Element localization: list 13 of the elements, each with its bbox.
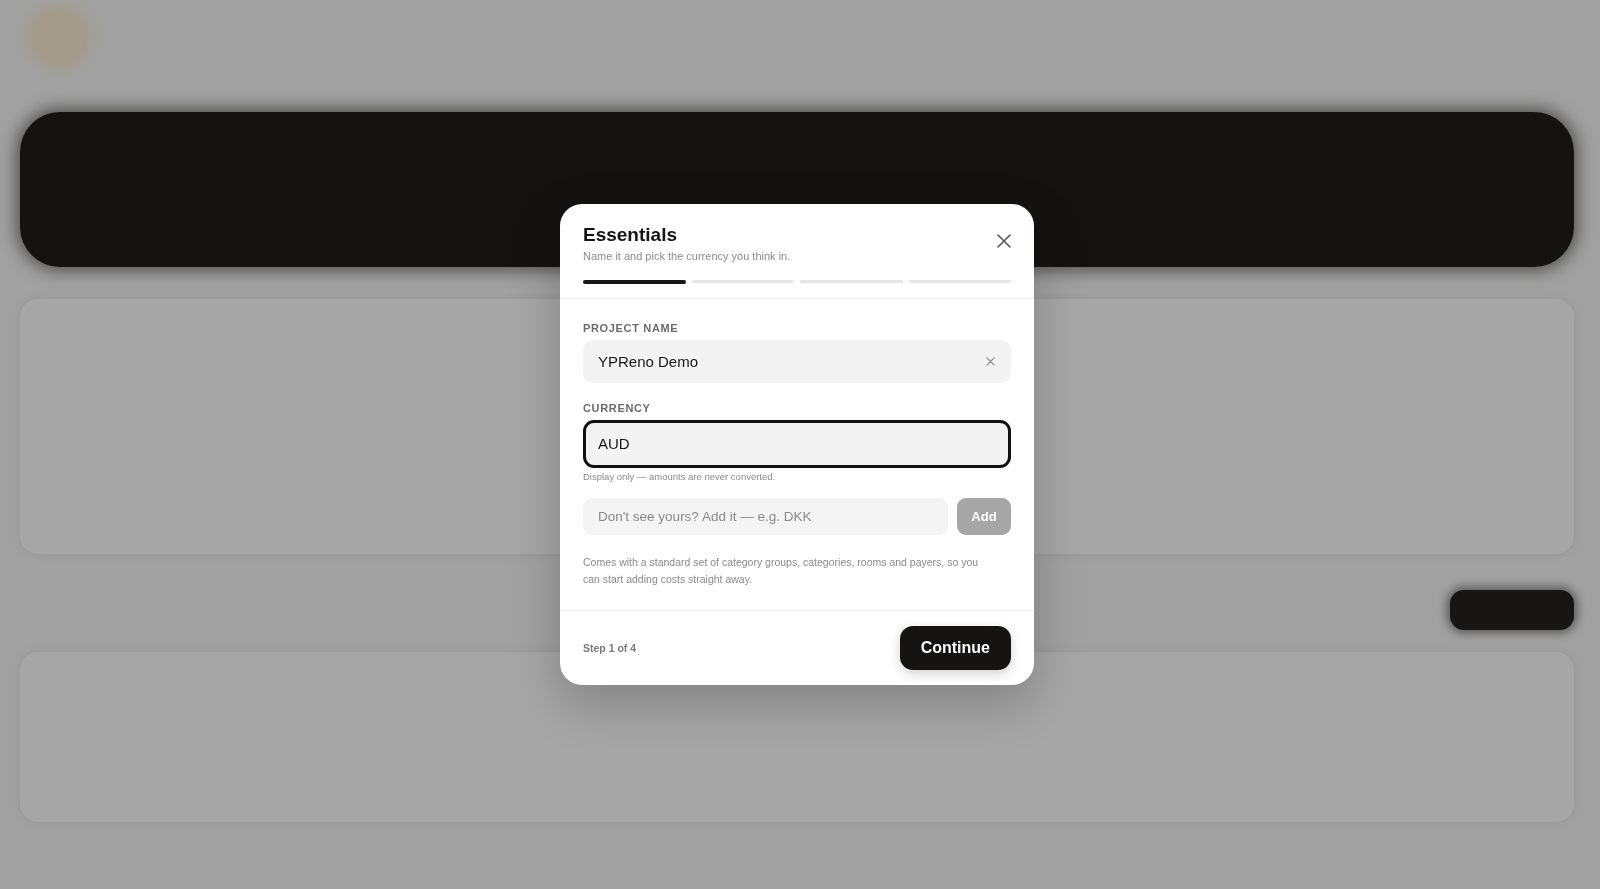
input-field[interactable]: Don't see yours? Add it — e.g. DKK <box>583 497 948 535</box>
field-label: CURRENCY <box>583 401 652 415</box>
text-field[interactable]: YPReno Demo <box>583 339 1011 383</box>
step-indicator: Step 1 of 4 <box>583 641 637 654</box>
field-hint: Display only — amounts are never converted. <box>583 470 777 483</box>
clear-icon[interactable] <box>986 356 995 366</box>
dialog-title: Essentials <box>583 223 678 248</box>
close-icon <box>997 234 1011 249</box>
field-label: PROJECT NAME <box>583 321 680 335</box>
dialog-subtitle: Name it and pick the currency you think in. <box>583 249 791 264</box>
continue-button[interactable]: Continue <box>899 625 1011 670</box>
text-field[interactable]: AUD <box>583 419 1011 468</box>
info-text: Comes with a standard set of category groups, categories, rooms and payers, so you can start adding costs straight away. <box>583 554 980 587</box>
